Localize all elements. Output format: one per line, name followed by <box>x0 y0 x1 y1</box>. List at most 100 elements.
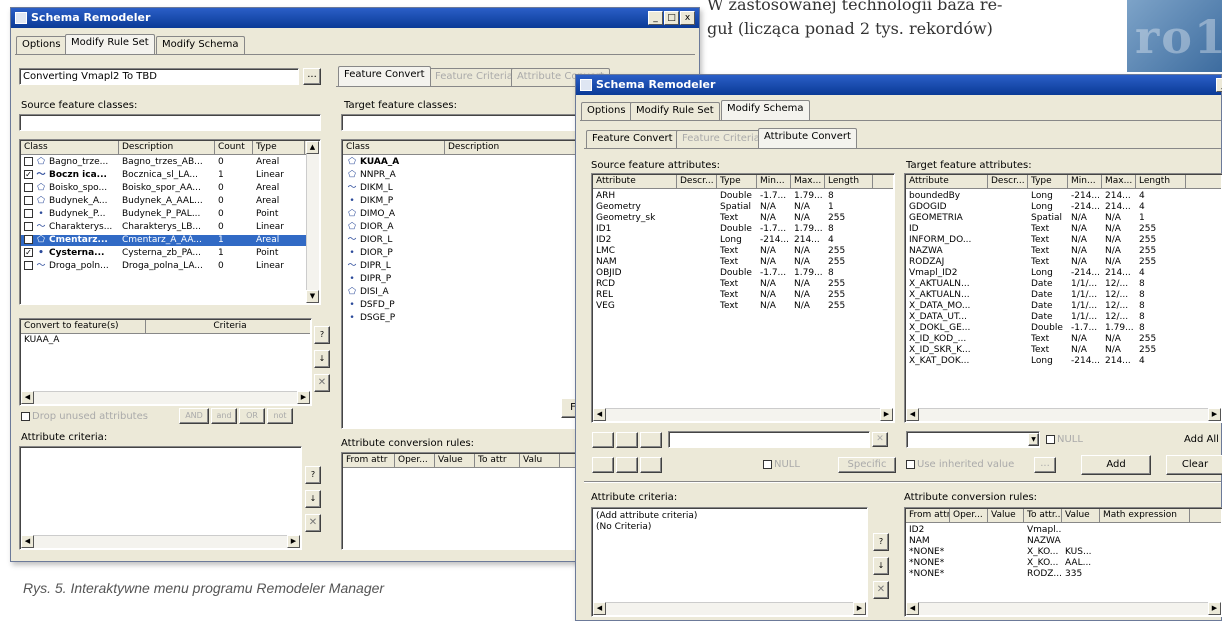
tab-attribute-convert[interactable]: Attribute Convert <box>758 128 857 148</box>
attribute-criteria-box[interactable]: (Add attribute criteria) (No Criteria) ◀… <box>591 507 868 617</box>
col-value[interactable]: Value <box>435 454 475 468</box>
table-row[interactable]: • Budynek_P... Budynek_P_PAL... 0 Point <box>21 209 319 220</box>
table-row[interactable]: ID1 Double -1.7... 1.79... 8 <box>593 224 893 235</box>
rules-hscroll[interactable]: ◀ ▶ <box>906 602 1221 615</box>
or-button[interactable]: OR <box>239 408 265 424</box>
conversion-rules-table[interactable]: From attr...Oper...ValueTo attr...ValueM… <box>904 507 1222 617</box>
tab-feature-criteria[interactable]: Feature Criteria <box>429 68 519 86</box>
table-row[interactable]: boundedBy Long -214... 214... 4 <box>906 191 1221 202</box>
tgt-col-2[interactable]: Type <box>1028 175 1068 189</box>
criteria-down-button[interactable]: ↓ <box>305 490 321 508</box>
tab-options[interactable]: Options <box>581 102 632 120</box>
scroll-left-icon[interactable]: ◀ <box>593 408 606 421</box>
criteria-delete-button[interactable]: ✕ <box>305 514 321 532</box>
table-row[interactable]: ✓ ⬠ Cmentarz... Cmentarz_A_AA... 1 Areal <box>21 235 319 246</box>
table-row[interactable]: ⬠ Bagno_trze... Bagno_trzes_AB... 0 Areal <box>21 157 319 168</box>
and-lower-button[interactable]: and <box>211 408 237 424</box>
table-row[interactable]: 〜 DIPR_L <box>343 261 579 272</box>
checkbox-icon[interactable] <box>24 196 33 205</box>
target-attributes-table[interactable]: Attribute Descr... Type Min... Max... Length … <box>904 173 1222 423</box>
scroll-down-icon[interactable]: ▼ <box>306 290 319 303</box>
converting-field[interactable]: Converting Vmapl2 To TBD <box>19 68 299 85</box>
col-class[interactable]: Class <box>21 141 119 155</box>
table-row[interactable]: • DIOR_P <box>343 248 579 259</box>
table-row[interactable]: X_KAT_DOK... Long -214... 214... 4 <box>906 356 1221 367</box>
target-value-input[interactable] <box>906 431 1040 448</box>
table-row[interactable]: ARH Double -1.7... 1.79... 8 <box>593 191 893 202</box>
table-row[interactable]: ✓ 〜 Boczn ica... Bocznica_sl_LA... 1 Linear <box>21 170 319 181</box>
not-button[interactable]: not <box>267 408 293 424</box>
col-target-description[interactable]: Description <box>445 141 580 155</box>
table-row[interactable]: ⬠ Budynek_A... Budynek_A_AAL... 0 Areal <box>21 196 319 207</box>
convert-features-table[interactable]: Convert to feature(s) Criteria KUAA_A ◀ ▶ <box>19 318 312 406</box>
table-row[interactable]: • DIPR_P <box>343 274 579 285</box>
table-row[interactable]: INFORM_DO... Text N/A N/A 255 <box>906 235 1221 246</box>
col-oper[interactable]: Oper... <box>395 454 435 468</box>
tab-modify-schema[interactable]: Modify Schema <box>721 100 810 120</box>
src-col-4[interactable]: Max... <box>791 175 825 189</box>
table-row[interactable]: GEOMETRIA Spatial N/A N/A 1 <box>906 213 1221 224</box>
move-up-button[interactable]: ? <box>314 326 330 344</box>
criteria-hscroll[interactable]: ◀ ▶ <box>593 602 866 615</box>
col-value2[interactable]: Valu <box>520 454 560 468</box>
tab-feature-convert[interactable]: Feature Convert <box>338 66 431 86</box>
table-row[interactable]: 〜 Charakterys... Charakterys_LB... 0 Linear <box>21 222 319 233</box>
scroll-right-icon[interactable]: ▶ <box>1208 602 1221 615</box>
checkbox-icon[interactable]: ✓ <box>24 235 33 244</box>
op-button-1[interactable] <box>592 432 614 448</box>
table-row[interactable]: VEG Text N/A N/A 255 <box>593 301 893 312</box>
list-item[interactable]: KUAA_A <box>21 335 310 346</box>
col-criteria[interactable]: Criteria <box>146 320 311 334</box>
src-col-3[interactable]: Min... <box>757 175 791 189</box>
class-scrollbar[interactable]: ▲ ▼ <box>306 141 319 303</box>
table-row[interactable]: *NONE* RODZ... 335 <box>906 569 1221 580</box>
tab-modify-schema[interactable]: Modify Schema <box>156 36 245 54</box>
conversion-rules-table[interactable]: From attr Oper... Value To attr Valu <box>341 452 581 550</box>
move-down-button[interactable]: ↓ <box>314 350 330 368</box>
null-checkbox-2[interactable]: NULL <box>763 459 800 470</box>
scroll-left-icon[interactable]: ◀ <box>593 602 606 615</box>
table-row[interactable]: *NONE* X_KO... KUS... <box>906 547 1221 558</box>
attribute-criteria-box[interactable]: ◀ ▶ <box>19 446 302 550</box>
browse-button[interactable]: ... <box>303 68 321 85</box>
table-row[interactable]: RCD Text N/A N/A 255 <box>593 279 893 290</box>
table-row[interactable]: RODZAJ Text N/A N/A 255 <box>906 257 1221 268</box>
rules-col-0[interactable]: From attr... <box>906 509 950 523</box>
criteria-down-button[interactable]: ↓ <box>873 557 889 575</box>
src-col-0[interactable]: Attribute <box>593 175 677 189</box>
source-classes-table[interactable]: Class Description Count Type ⬠ Bagno_trze… <box>19 139 321 305</box>
minimize-button[interactable]: _ <box>1216 78 1222 92</box>
delete-button[interactable]: ✕ <box>314 374 330 392</box>
target-classes-table[interactable]: Class Description ⬠ KUAA_A ⬠ NNPR_A 〜 DIKM_L •… <box>341 139 581 429</box>
table-row[interactable]: ⬠ DIMO_A <box>343 209 579 220</box>
checkbox-icon[interactable] <box>24 222 33 231</box>
table-row[interactable]: X_ID_SKR_K... Text N/A N/A 255 <box>906 345 1221 356</box>
table-row[interactable]: ⬠ NNPR_A <box>343 170 579 181</box>
col-target-class[interactable]: Class <box>343 141 445 155</box>
table-row[interactable]: ⬠ DIOR_A <box>343 222 579 233</box>
table-row[interactable]: 〜 DIOR_L <box>343 235 579 246</box>
target-filter-input[interactable] <box>341 114 581 131</box>
tab-feature-criteria[interactable]: Feature Criteria <box>676 130 766 148</box>
value-input[interactable] <box>668 431 870 448</box>
value-clear-button[interactable]: ✕ <box>872 432 888 447</box>
scroll-right-icon[interactable]: ▶ <box>287 535 300 548</box>
maximize-button[interactable]: □ <box>664 11 679 25</box>
source-filter-input[interactable] <box>19 114 321 131</box>
table-row[interactable]: GDOGID Long -214... 214... 4 <box>906 202 1221 213</box>
table-row[interactable]: ⬠ DISI_A <box>343 287 579 298</box>
tgt-col-1[interactable]: Descr... <box>988 175 1028 189</box>
tab-modify-rule-set[interactable]: Modify Rule Set <box>65 34 155 54</box>
op-button-4[interactable] <box>592 457 614 473</box>
table-row[interactable]: X_AKTUALN... Date 1/1/... 12/... 8 <box>906 279 1221 290</box>
tgt-col-3[interactable]: Min... <box>1068 175 1102 189</box>
criteria-hscroll[interactable]: ◀ ▶ <box>21 535 300 548</box>
close-button[interactable]: x <box>680 11 695 25</box>
rules-col-5[interactable]: Math expression <box>1100 509 1190 523</box>
table-row[interactable]: ID2 Vmapl... <box>906 525 1221 536</box>
checkbox-icon[interactable]: ✓ <box>24 170 33 179</box>
target-dropdown-button[interactable]: ▼ <box>1028 433 1039 446</box>
col-description[interactable]: Description <box>119 141 215 155</box>
use-inherited-checkbox[interactable]: Use inherited value <box>906 459 1014 470</box>
op-button-6[interactable] <box>640 457 662 473</box>
